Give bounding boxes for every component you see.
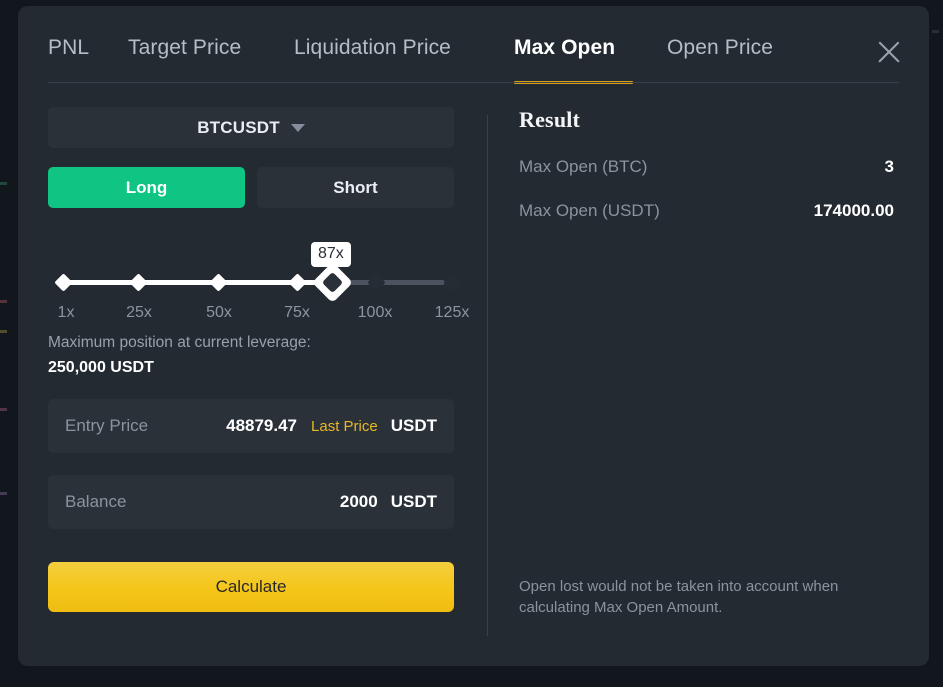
calculator-modal: PNL Target Price Liquidation Price Max O… [18,6,929,666]
background-artifact [932,30,939,33]
pane-divider [487,115,488,636]
result-title: Result [519,107,581,132]
tab-open-price[interactable]: Open Price [667,36,773,60]
balance-unit: USDT [390,492,437,511]
slider-tick-125x[interactable] [443,273,462,292]
result-note: Open lost would not be taken into accoun… [519,578,839,617]
max-position-label: Maximum position at current leverage: [48,334,311,351]
close-icon[interactable] [872,35,906,69]
tab-max-open[interactable]: Max Open [514,36,615,60]
slider-tick-1x[interactable] [54,273,73,292]
background-artifact [0,300,7,303]
tab-liquidation-price[interactable]: Liquidation Price [294,36,451,60]
slider-tick-50x[interactable] [209,273,228,292]
background-artifact [0,330,7,333]
short-button[interactable]: Short [257,167,454,208]
header-divider [48,82,899,83]
symbol-select[interactable]: BTCUSDT [48,107,454,148]
background-artifact [0,492,7,495]
max-open-usdt-value: 174000.00 [813,201,894,220]
max-open-btc-label: Max Open (BTC) [519,157,648,176]
calculate-button[interactable]: Calculate [48,562,454,612]
result-panel: Result Max Open (BTC) 3 Max Open (USDT) … [519,107,894,616]
calculator-form: BTCUSDT Long Short 87x 1x 25x 50x 75x 10… [48,107,469,612]
slider-label-50x: 50x [206,304,232,321]
tab-target-price[interactable]: Target Price [128,36,241,60]
entry-price-value[interactable]: 48879.47 [226,416,297,436]
entry-price-label: Entry Price [65,416,149,435]
max-open-usdt-label: Max Open (USDT) [519,201,660,220]
slider-tick-75x[interactable] [288,273,307,292]
symbol-value: BTCUSDT [197,117,280,137]
slider-label-100x: 100x [357,304,393,321]
side-toggle-group: Long Short [48,167,454,208]
slider-label-75x: 75x [284,304,310,321]
entry-price-unit: USDT [390,416,437,435]
long-button[interactable]: Long [48,167,245,208]
slider-label-1x: 1x [57,304,75,321]
background-artifact [0,408,7,411]
entry-price-field[interactable]: Entry Price 48879.47 Last Price USDT [48,399,454,453]
slider-handle[interactable] [311,261,354,304]
result-row: Max Open (USDT) 174000.00 [519,201,894,221]
max-open-btc-value: 3 [884,157,894,176]
slider-label-125x: 125x [434,304,470,321]
slider-tick-25x[interactable] [129,273,148,292]
balance-label: Balance [65,492,127,511]
background-artifact [0,182,7,185]
chevron-down-icon [290,123,305,132]
result-row: Max Open (BTC) 3 [519,157,894,177]
max-position-value: 250,000 USDT [48,359,154,376]
slider-label-25x: 25x [126,304,152,321]
slider-value-tooltip: 87x [311,242,351,267]
tab-bar: PNL Target Price Liquidation Price Max O… [18,6,929,84]
balance-field[interactable]: Balance 2000 USDT [48,475,454,529]
tab-pnl[interactable]: PNL [48,36,89,60]
slider-tick-100x[interactable] [367,273,386,292]
leverage-slider[interactable]: 87x 1x 25x 50x 75x 100x 125x [48,242,469,322]
balance-value[interactable]: 2000 [340,492,378,512]
entry-price-last-price-button[interactable]: Last Price [311,418,378,435]
